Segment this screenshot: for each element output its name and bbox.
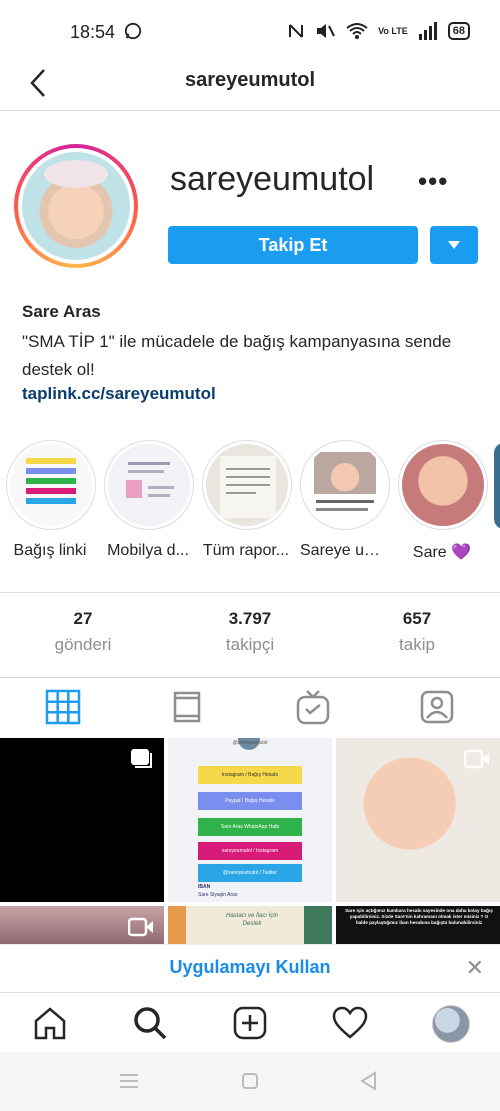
stat-label: takipçi [225, 635, 275, 654]
wifi-icon [346, 23, 368, 39]
bottom-nav [0, 992, 500, 1053]
grid-post[interactable]: Sare için açtığımız kumbara hesabı sayes… [336, 906, 500, 946]
menu-icon[interactable] [118, 1072, 140, 1090]
search-icon[interactable] [132, 1005, 168, 1041]
highlight-label: Tüm rapor... [202, 542, 290, 559]
grid-post[interactable] [336, 738, 500, 902]
profile-avatar-tab[interactable] [432, 1005, 470, 1043]
profile-username: sareyeumutol [170, 160, 375, 198]
grid-post[interactable]: @sareyeumutol Instagram / Bağış Hesabı P… [168, 738, 332, 902]
grid-tab-icon[interactable] [44, 688, 82, 726]
post-caption: Sare için açtığımız kumbara hesabı sayes… [345, 908, 493, 925]
nfc-icon [289, 24, 304, 38]
video-icon [464, 749, 489, 769]
link-button: Paypal / Bağış Hesabı [198, 792, 302, 810]
link-button: Sare Aras WhatsApp Hattı [198, 818, 302, 836]
signal-icon [418, 22, 437, 40]
profile-avatar[interactable] [14, 144, 138, 268]
system-nav-bar [0, 1052, 500, 1111]
use-app-link[interactable]: Uygulamayı Kullan [0, 957, 500, 978]
highlight-label: Mobilya d... [107, 542, 189, 559]
igtv-tab-icon[interactable] [294, 688, 332, 726]
profile-link[interactable]: taplink.cc/sareyeumutol [22, 384, 216, 404]
home-button-icon[interactable] [240, 1071, 260, 1091]
highlight-item[interactable]: Tüm rapor... [202, 440, 292, 560]
battery-indicator: 68 [447, 22, 470, 40]
back-button-icon[interactable] [358, 1070, 378, 1092]
iban-label: IBAN [198, 884, 211, 890]
highlight-item[interactable]: Sareye um... [300, 440, 390, 560]
highlight-label: Sareye um... [300, 542, 388, 559]
stat-value: 657 [402, 609, 432, 628]
top-nav: sareyeumutol [0, 60, 500, 111]
grid-post[interactable] [0, 906, 164, 946]
home-icon[interactable] [32, 1005, 68, 1041]
highlight-item[interactable]: Sare 💜 [398, 440, 488, 562]
feed-tab-icon[interactable] [168, 688, 206, 726]
profile-stats: 27 gönderi 3.797 takipçi 657 takip [0, 592, 500, 678]
new-post-icon[interactable] [232, 1005, 268, 1041]
iban-name: Sare Siyaşin Aras [198, 892, 238, 898]
highlight-item[interactable]: Bağış linki [6, 440, 96, 560]
profile-tabs [0, 676, 500, 736]
stat-label: gönderi [54, 635, 112, 654]
link-button: Instagram / Bağış Hesabı [198, 766, 302, 784]
post-caption: Hastacı ve İlacı İçin Destek [225, 913, 279, 927]
activity-heart-icon[interactable] [332, 1005, 368, 1041]
status-bar: 18:54 Vo LTE 68 [0, 0, 500, 60]
stat-value: 27 [73, 609, 93, 628]
link-button: @sareyeumutol / Twitter [198, 864, 302, 882]
suggested-dropdown-button[interactable] [430, 226, 478, 264]
profile-bio: "SMA TİP 1" ile mücadele de bağış kampan… [22, 332, 452, 379]
link-button: sareyeumutol / Instagram [198, 842, 302, 860]
page-title: sareyeumutol [184, 69, 316, 91]
video-icon [128, 917, 153, 937]
highlight-item[interactable]: Mobilya d... [104, 440, 194, 560]
followers-stat[interactable]: 3.797 takipçi [167, 609, 333, 655]
grid-post[interactable]: Hastacı ve İlacı İçin Destek [168, 906, 332, 946]
highlight-item-partial[interactable] [494, 443, 500, 529]
grid-post[interactable] [0, 738, 164, 902]
carousel-icon [131, 749, 152, 768]
more-options-icon[interactable]: ••• [418, 166, 448, 197]
status-time: 18:54 [70, 22, 116, 42]
tagged-tab-icon[interactable] [418, 688, 456, 726]
highlight-label: Bağış linki [13, 542, 87, 559]
post-handle: @sareyeumutol [232, 740, 268, 746]
following-stat[interactable]: 657 takip [334, 609, 500, 655]
follow-button[interactable]: Takip Et [168, 226, 418, 264]
mute-icon [317, 24, 335, 38]
posts-stat[interactable]: 27 gönderi [0, 609, 166, 655]
volte-label: Vo LTE [378, 25, 408, 36]
stat-label: takip [399, 635, 435, 654]
whatsapp-icon [124, 22, 142, 40]
use-app-banner: Uygulamayı Kullan ✕ [0, 944, 500, 993]
highlight-label: Sare 💜 [412, 544, 472, 561]
profile-name: Sare Aras [22, 302, 101, 321]
close-icon[interactable]: ✕ [466, 955, 484, 981]
status-icons: Vo LTE 68 [288, 20, 470, 42]
stat-value: 3.797 [228, 609, 272, 628]
